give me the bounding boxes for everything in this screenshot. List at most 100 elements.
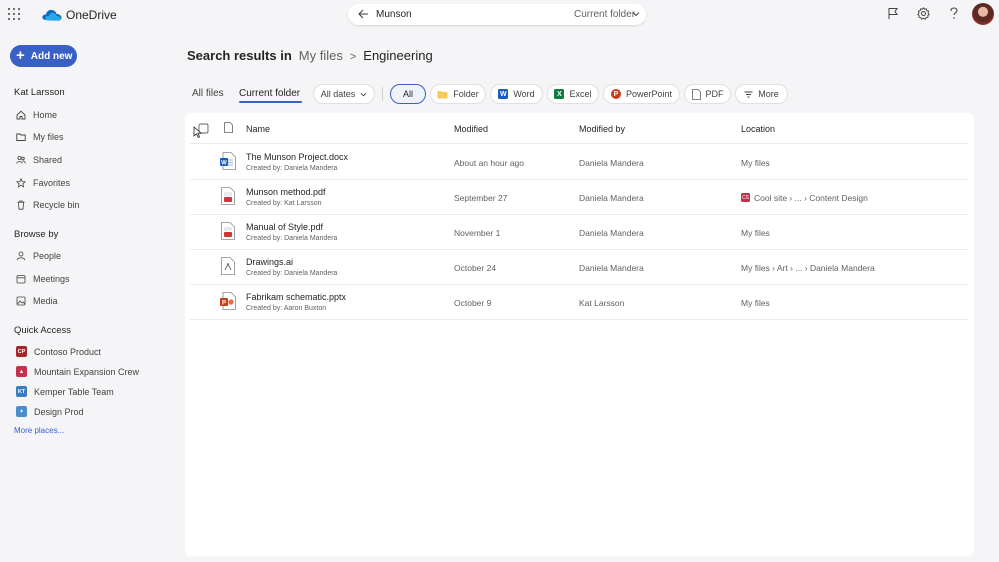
sidebar-item-label: Kemper Table Team [34,386,114,397]
site-tile-icon: CP [16,346,27,357]
file-modified-by: Daniela Mandera [579,263,644,273]
sidebar-item-contoso-product[interactable]: CP Contoso Product [16,346,101,357]
search-input[interactable]: Munson [376,9,412,20]
sidebar-item-kemper-table-team[interactable]: KT Kemper Table Team [16,386,114,397]
dates-filter-dropdown[interactable]: All dates [313,84,375,104]
active-tab-indicator [239,101,302,103]
design-icon: ✦ [16,406,27,417]
sidebar-item-design-prod[interactable]: ✦ Design Prod [16,406,84,417]
table-row[interactable] [185,285,969,320]
powerpoint-icon: P [610,89,621,99]
file-created-by: Created by: Daniela Mandera [246,270,338,277]
folder-icon [437,90,448,98]
gear-icon[interactable] [917,7,930,20]
column-header-location[interactable]: Location [741,124,775,134]
image-icon [16,296,26,306]
sidebar-item-label: My files [33,132,64,142]
filter-label: Word [513,89,535,99]
filter-label: More [758,89,779,99]
filter-label: Folder [453,89,479,99]
breadcrumb-engineering: Engineering [363,48,433,63]
back-arrow-icon[interactable] [357,8,369,20]
divider [382,87,383,101]
file-location[interactable]: My files [741,158,770,168]
file-location[interactable]: My files [741,228,770,238]
filter-excel[interactable]: X Excel [547,84,599,104]
search-scope-selector[interactable]: Current folder [574,9,635,20]
calendar-icon [16,275,26,284]
sidebar-item-label: Meetings [33,274,70,284]
file-name[interactable]: Munson method.pdf [246,187,326,197]
file-modified-by: Kat Larsson [579,298,625,308]
chevron-down-icon[interactable] [632,10,640,18]
filter-all[interactable]: All [390,84,426,104]
sidebar-item-label: Design Prod [34,406,84,417]
sidebar-item-my-files[interactable]: My files [16,132,64,142]
sidebar-item-home[interactable]: Home [16,110,57,120]
file-modified-by: Daniela Mandera [579,228,644,238]
file-location[interactable]: Cool site › ... › Content Design [754,193,868,203]
dates-filter-label: All dates [320,89,356,99]
file-created-by: Created by: Aaron Buxton [246,305,327,312]
sidebar-item-label: Home [33,110,58,120]
breadcrumb-separator: > [349,51,357,63]
more-places-link[interactable]: More places... [14,426,64,435]
file-name[interactable]: Fabrikam schematic.pptx [246,292,346,302]
user-avatar[interactable] [972,3,994,25]
add-new-label: Add new [30,50,73,62]
file-location[interactable]: My files › Art › ... › Daniela Mandera [741,263,875,273]
file-location[interactable]: My files [741,298,770,308]
sidebar-item-mountain-expansion-crew[interactable]: ▲ Mountain Expansion Crew [16,366,139,377]
tab-current-folder[interactable]: Current folder [239,88,300,99]
add-new-button[interactable]: + Add new [10,45,77,67]
sidebar-item-label: Shared [33,155,63,165]
column-header-modified-by[interactable]: Modified by [579,124,625,134]
sidebar-item-favorites[interactable]: Favorites [16,178,70,188]
onedrive-logo-icon [42,9,62,21]
sidebar-item-people[interactable]: People [16,251,61,261]
file-modified: September 27 [454,193,508,203]
filter-folder[interactable]: Folder [430,84,486,104]
app-launcher-icon[interactable] [8,8,20,20]
file-name[interactable]: The Munson Project.docx [246,152,348,162]
flag-icon[interactable] [887,7,899,20]
sidebar-item-label: Contoso Product [34,346,102,357]
tab-all-files[interactable]: All files [192,88,224,99]
mountain-icon: ▲ [16,366,27,377]
filter-label: Excel [569,89,592,99]
sidebar-item-shared[interactable]: Shared [16,155,62,165]
top-bar: OneDrive Munson Current folder [0,0,999,30]
trash-icon [17,200,25,210]
file-modified-by: Daniela Mandera [579,193,644,203]
help-icon[interactable] [949,7,959,20]
excel-icon: X [554,89,565,99]
sidebar-item-label: People [33,251,62,261]
search-box[interactable]: Munson Current folder [348,4,646,25]
column-header-name[interactable]: Name [246,124,270,134]
table-row[interactable] [185,215,969,250]
sidebar-item-meetings[interactable]: Meetings [16,274,70,284]
file-name[interactable]: Manual of Style.pdf [246,222,323,232]
filter-label: All [402,89,413,99]
folder-icon [16,133,26,141]
sidebar-item-recycle-bin[interactable]: Recycle bin [16,200,80,210]
breadcrumb-my-files[interactable]: My files [299,48,343,63]
column-header-modified[interactable]: Modified [454,124,488,134]
pdf-file-icon [221,222,235,240]
person-icon [16,251,26,261]
filter-pdf[interactable]: PDF [684,84,731,104]
sidebar-item-media[interactable]: Media [16,296,58,306]
file-name[interactable]: Drawings.ai [246,257,293,267]
filter-more[interactable]: More [735,84,788,104]
filter-powerpoint[interactable]: P PowerPoint [603,84,680,104]
filter-word[interactable]: W Word [490,84,543,104]
file-created-by: Created by: Kat Larsson [246,200,322,207]
illustrator-file-icon [221,257,235,275]
select-all-checkbox[interactable] [193,123,209,139]
filter-label: PowerPoint [625,89,673,99]
sidebar-item-label: Mountain Expansion Crew [34,366,140,377]
row-divider [190,319,968,320]
user-name: Kat Larsson [14,87,65,98]
chevron-down-icon [360,92,367,96]
filter-lines-icon [744,91,753,97]
